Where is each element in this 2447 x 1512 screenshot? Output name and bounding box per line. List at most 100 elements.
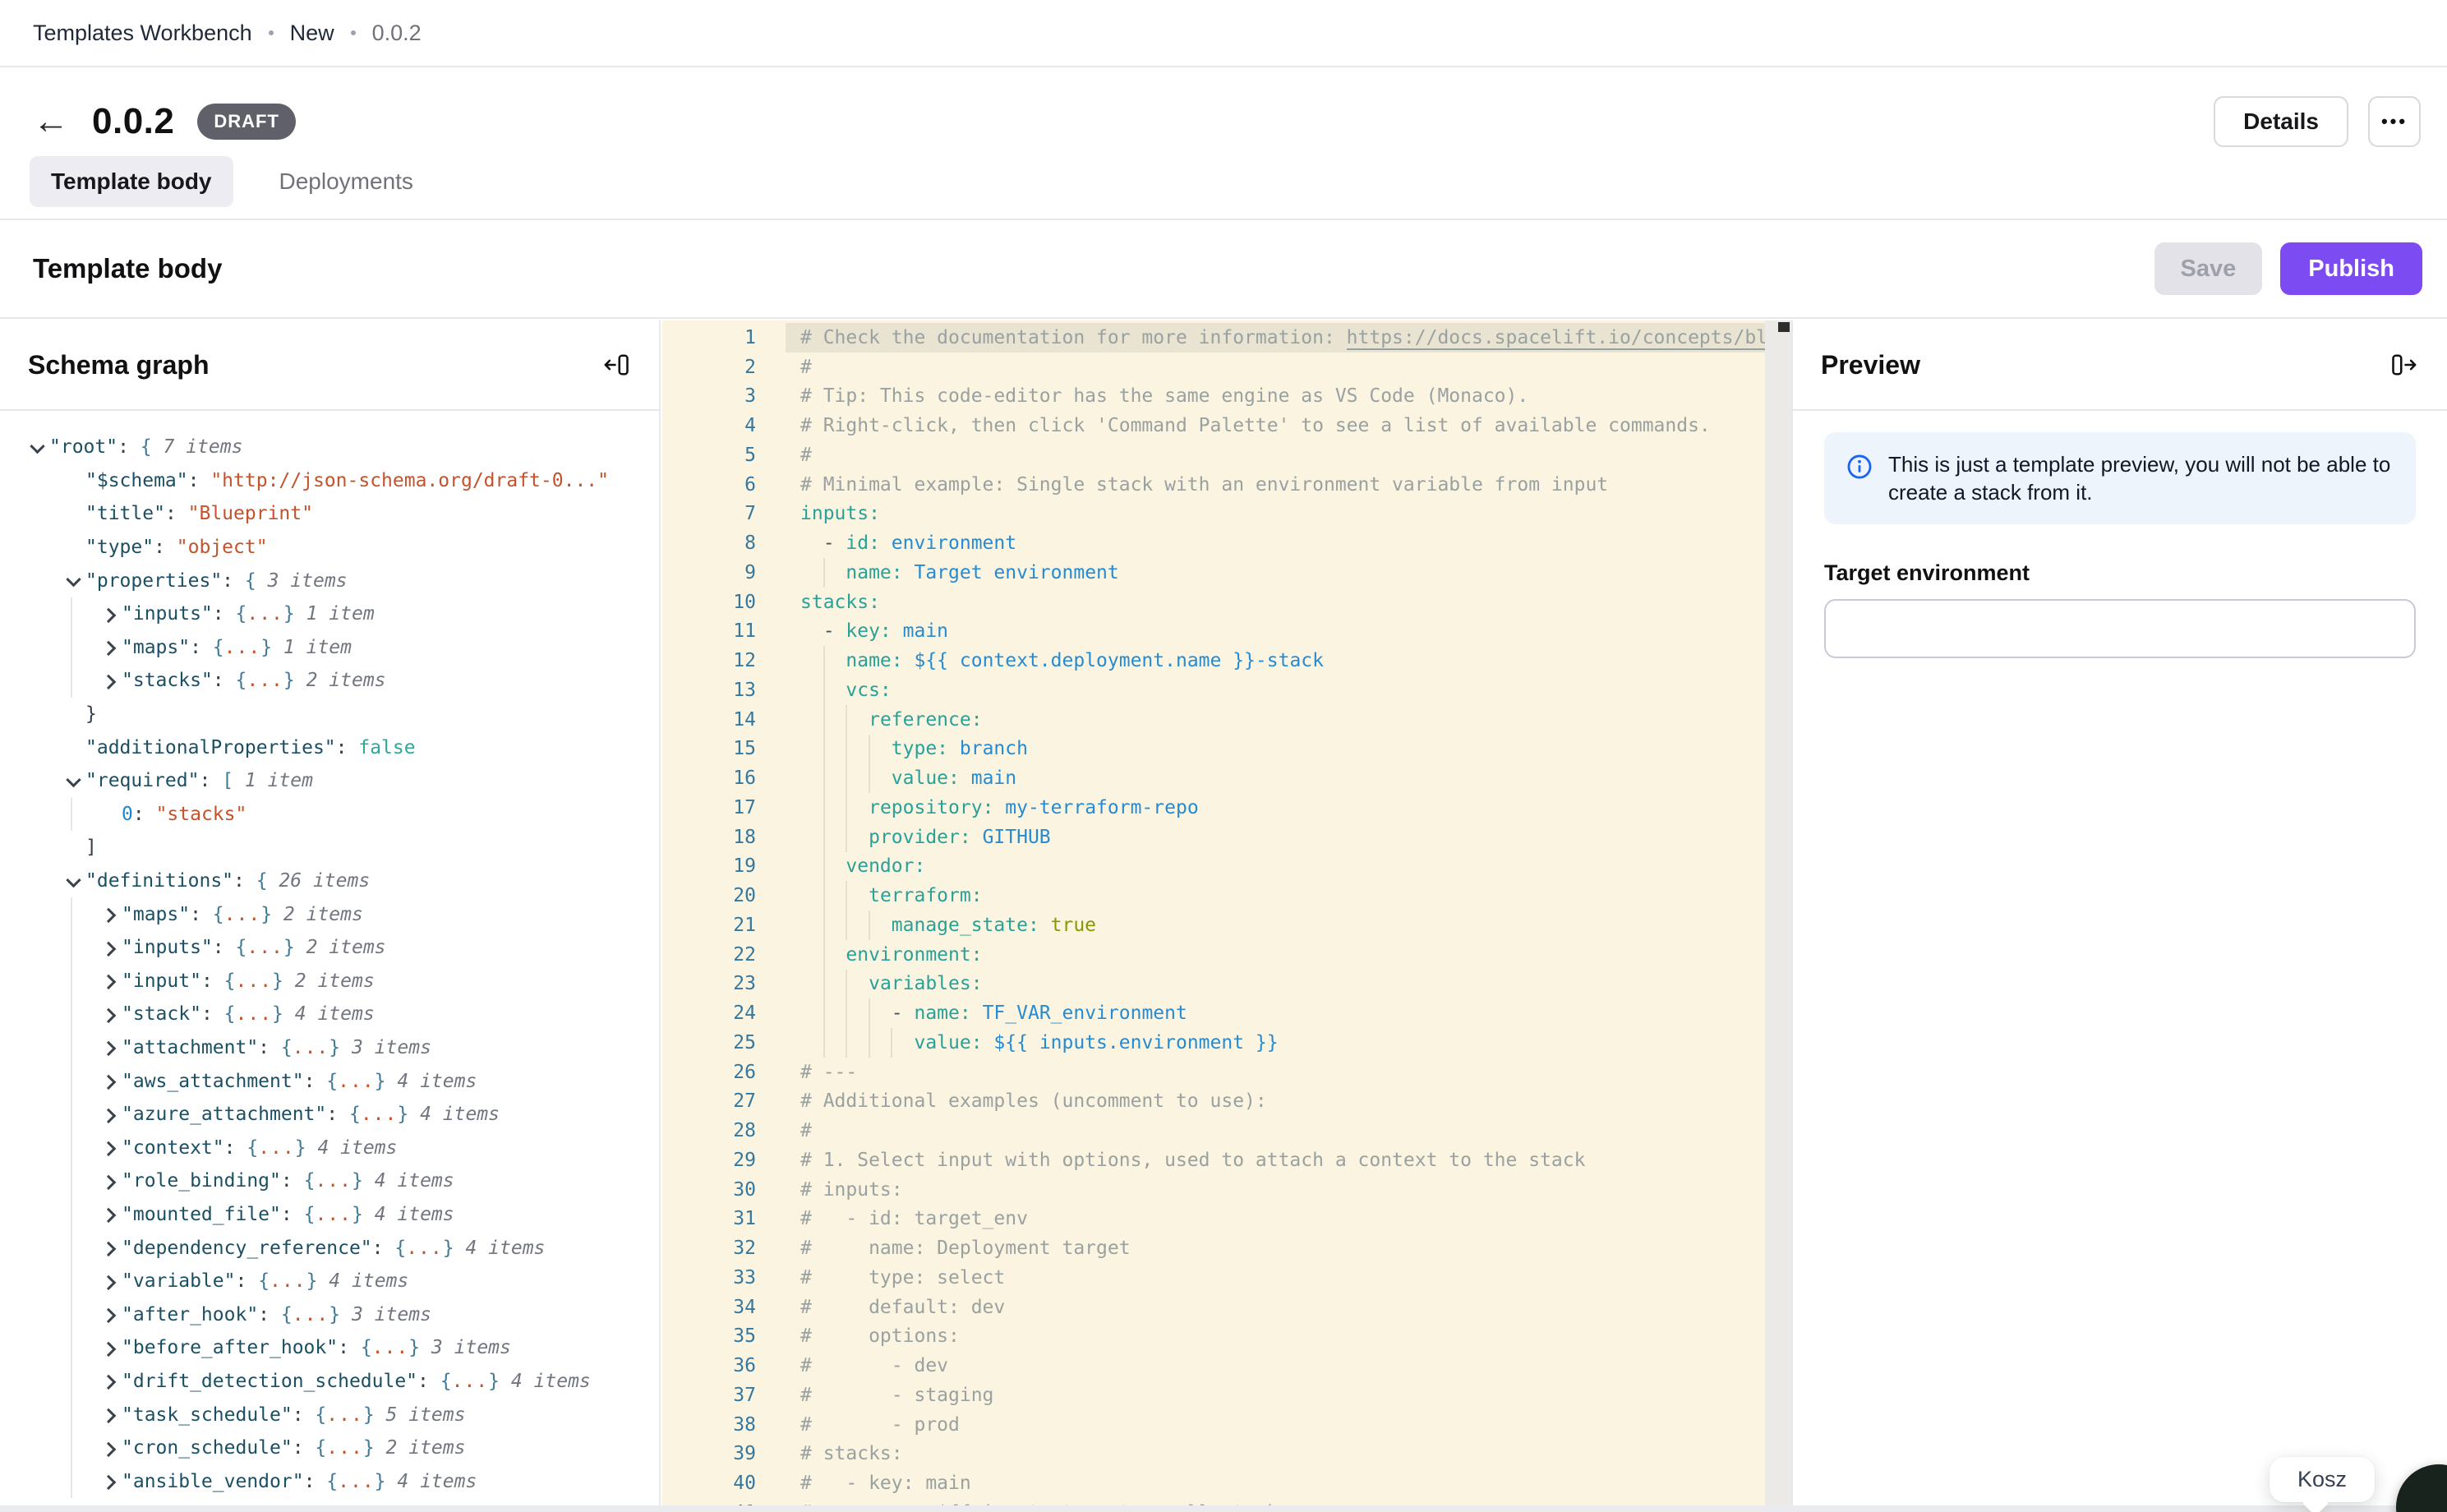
details-button[interactable]: Details <box>2214 96 2348 147</box>
code-line[interactable]: 25 value: ${{ inputs.environment }} <box>662 1028 1765 1058</box>
chevron-right-icon[interactable] <box>97 1176 122 1187</box>
chevron-right-icon[interactable] <box>97 1009 122 1020</box>
chevron-right-icon[interactable] <box>97 1476 122 1487</box>
code-line[interactable]: 3# Tip: This code-editor has the same en… <box>662 382 1765 412</box>
editor-scrollbar[interactable] <box>1765 320 1791 1505</box>
code-line[interactable]: 28# <box>662 1116 1765 1146</box>
code-line[interactable]: 35# options: <box>662 1322 1765 1352</box>
chevron-right-icon[interactable] <box>97 642 122 652</box>
code-line[interactable]: 19 vendor: <box>662 852 1765 882</box>
schema-tree-row[interactable]: "role_binding": {...} 4 items <box>25 1164 659 1198</box>
code-editor[interactable]: 1# Check the documentation for more info… <box>662 320 1765 1505</box>
schema-tree-row[interactable]: "attachment": {...} 3 items <box>25 1031 659 1065</box>
schema-json-tree[interactable]: "root": { 7 items"$schema": "http://json… <box>0 413 659 1505</box>
code-line[interactable]: 37# - staging <box>662 1381 1765 1410</box>
chevron-down-icon[interactable] <box>61 776 85 786</box>
chevron-right-icon[interactable] <box>97 609 122 620</box>
code-line[interactable]: 10stacks: <box>662 588 1765 617</box>
tab-template-body[interactable]: Template body <box>30 156 233 207</box>
chevron-right-icon[interactable] <box>97 1109 122 1120</box>
chevron-right-icon[interactable] <box>97 1142 122 1153</box>
schema-tree-row[interactable]: "properties": { 3 items <box>25 564 659 597</box>
code-line[interactable]: 27# Additional examples (uncomment to us… <box>662 1087 1765 1117</box>
schema-tree-row[interactable]: "after_hook": {...} 3 items <box>25 1298 659 1331</box>
chevron-right-icon[interactable] <box>97 1376 122 1386</box>
code-line[interactable]: 2# <box>662 353 1765 382</box>
code-line[interactable]: 31# - id: target_env <box>662 1205 1765 1234</box>
code-line[interactable]: 24 - name: TF_VAR_environment <box>662 998 1765 1028</box>
page-bottom-scrollbar[interactable] <box>0 1505 2447 1512</box>
code-line[interactable]: 7inputs: <box>662 500 1765 529</box>
code-line[interactable]: 22 environment: <box>662 940 1765 970</box>
code-line[interactable]: 8 - id: environment <box>662 528 1765 558</box>
schema-tree-row[interactable]: "mounted_file": {...} 4 items <box>25 1198 659 1232</box>
code-line[interactable]: 17 repository: my-terraform-repo <box>662 793 1765 823</box>
chevron-down-icon[interactable] <box>25 442 49 453</box>
chevron-right-icon[interactable] <box>97 1343 122 1353</box>
code-line[interactable]: 15 type: branch <box>662 735 1765 764</box>
schema-tree-row[interactable]: "dependency_reference": {...} 4 items <box>25 1231 659 1265</box>
chevron-right-icon[interactable] <box>97 1209 122 1219</box>
chevron-down-icon[interactable] <box>61 575 85 586</box>
chevron-right-icon[interactable] <box>97 1276 122 1287</box>
code-line[interactable]: 34# default: dev <box>662 1293 1765 1322</box>
code-line[interactable]: 20 terraform: <box>662 881 1765 910</box>
more-options-button[interactable]: ••• <box>2368 96 2421 147</box>
schema-tree-row[interactable]: "ansible_vendor": {...} 4 items <box>25 1464 659 1498</box>
schema-tree-row[interactable]: "definitions": { 26 items <box>25 864 659 898</box>
schema-tree-row[interactable]: "drift_detection_schedule": {...} 4 item… <box>25 1365 659 1399</box>
tab-deployments[interactable]: Deployments <box>258 156 435 207</box>
schema-tree-row[interactable]: "maps": {...} 1 item <box>25 631 659 665</box>
code-line[interactable]: 30# inputs: <box>662 1175 1765 1205</box>
code-line[interactable]: 4# Right-click, then click 'Command Pale… <box>662 411 1765 440</box>
code-line[interactable]: 5# <box>662 440 1765 470</box>
schema-tree-row[interactable]: "aws_attachment": {...} 4 items <box>25 1064 659 1098</box>
schema-tree-row[interactable]: "root": { 7 items <box>25 431 659 464</box>
chevron-right-icon[interactable] <box>97 909 122 920</box>
save-button[interactable]: Save <box>2154 242 2263 295</box>
collapse-right-panel-icon[interactable] <box>2389 350 2419 380</box>
code-line[interactable]: 16 value: main <box>662 763 1765 793</box>
schema-tree-row[interactable]: "variable": {...} 4 items <box>25 1265 659 1298</box>
code-line[interactable]: 29# 1. Select input with options, used t… <box>662 1146 1765 1175</box>
schema-tree-row[interactable]: "azure_attachment": {...} 4 items <box>25 1098 659 1132</box>
schema-tree-row[interactable]: "inputs": {...} 2 items <box>25 931 659 965</box>
chevron-right-icon[interactable] <box>97 1309 122 1320</box>
chevron-right-icon[interactable] <box>97 675 122 686</box>
chevron-down-icon[interactable] <box>61 876 85 887</box>
documentation-link[interactable]: https://docs.spacelift.io/concepts/bluep… <box>1347 327 1765 350</box>
code-line[interactable]: 1# Check the documentation for more info… <box>662 323 1765 353</box>
schema-tree-row[interactable]: "stacks": {...} 2 items <box>25 664 659 698</box>
schema-tree-row[interactable]: "cron_schedule": {...} 2 items <box>25 1431 659 1465</box>
chevron-right-icon[interactable] <box>97 1242 122 1253</box>
code-line[interactable]: 33# type: select <box>662 1263 1765 1293</box>
publish-button[interactable]: Publish <box>2280 242 2422 295</box>
chevron-right-icon[interactable] <box>97 1042 122 1053</box>
chevron-right-icon[interactable] <box>97 1409 122 1420</box>
code-line[interactable]: 9 name: Target environment <box>662 558 1765 588</box>
schema-tree-row[interactable]: "context": {...} 4 items <box>25 1131 659 1164</box>
schema-tree-row[interactable]: "maps": {...} 2 items <box>25 897 659 931</box>
code-line[interactable]: 38# - prod <box>662 1410 1765 1440</box>
code-line[interactable]: 11 - key: main <box>662 617 1765 647</box>
breadcrumb-item-workbench[interactable]: Templates Workbench <box>33 21 252 46</box>
schema-tree-row[interactable]: "inputs": {...} 1 item <box>25 597 659 631</box>
target-environment-input[interactable] <box>1824 599 2416 658</box>
back-button[interactable]: ← <box>33 104 69 140</box>
collapse-left-panel-icon[interactable] <box>601 350 631 380</box>
chevron-right-icon[interactable] <box>97 1076 122 1086</box>
code-line[interactable]: 23 variables: <box>662 970 1765 999</box>
code-line[interactable]: 40# - key: main <box>662 1468 1765 1498</box>
chevron-right-icon[interactable] <box>97 975 122 986</box>
code-line[interactable]: 39# stacks: <box>662 1440 1765 1469</box>
schema-tree-row[interactable]: "required": [ 1 item <box>25 764 659 798</box>
code-line[interactable]: 13 vcs: <box>662 675 1765 705</box>
schema-tree-row[interactable]: "before_after_hook": {...} 3 items <box>25 1331 659 1365</box>
chevron-right-icon[interactable] <box>97 1443 122 1454</box>
code-line[interactable]: 26# --- <box>662 1058 1765 1087</box>
schema-tree-row[interactable]: "stack": {...} 4 items <box>25 998 659 1031</box>
code-line[interactable]: 14 reference: <box>662 705 1765 735</box>
code-line[interactable]: 32# name: Deployment target <box>662 1233 1765 1263</box>
chevron-right-icon[interactable] <box>97 943 122 953</box>
code-line[interactable]: 41# name: ${{ inputs.target_env }}-stack <box>662 1498 1765 1505</box>
